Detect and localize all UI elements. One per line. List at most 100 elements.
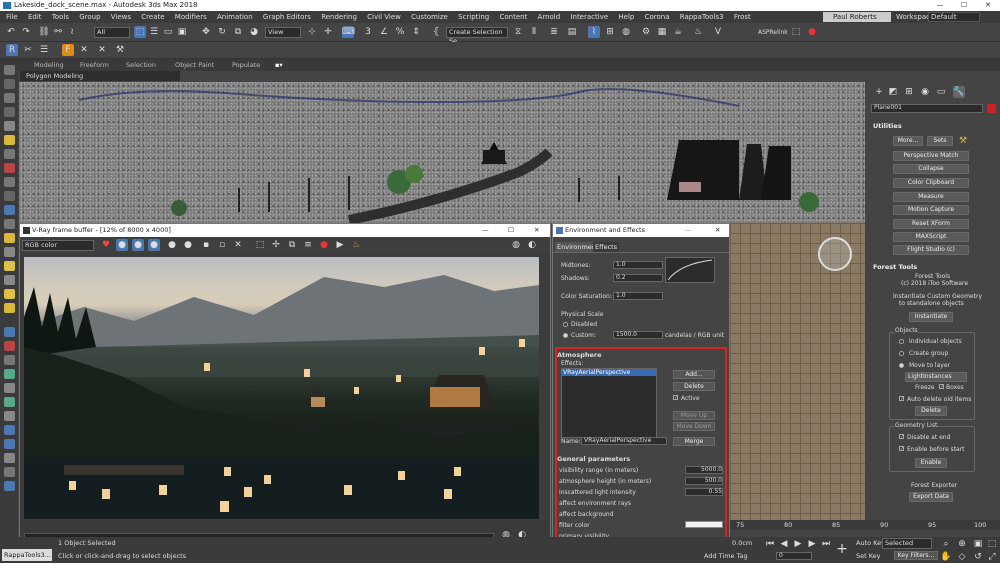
left-tool-icon-28[interactable]: [4, 453, 15, 463]
export-data-button[interactable]: Export Data: [909, 492, 953, 502]
keyboard-shortcut-icon[interactable]: ⌨: [342, 26, 355, 38]
left-tool-icon-11[interactable]: [4, 205, 15, 215]
menu-modifiers[interactable]: Modifiers: [175, 11, 207, 23]
schematic-view-icon[interactable]: ⊞: [604, 26, 616, 38]
menu-graph-editors[interactable]: Graph Editors: [263, 11, 311, 23]
menu-rendering[interactable]: Rendering: [321, 11, 357, 23]
menu-corona[interactable]: Corona: [645, 11, 670, 23]
menu-content[interactable]: Content: [499, 11, 527, 23]
next-frame-icon[interactable]: ▶: [806, 538, 818, 550]
menu-customize[interactable]: Customize: [411, 11, 448, 23]
key-filters-button[interactable]: Key Filters...: [894, 551, 938, 560]
color-clipboard-button[interactable]: Color Clipboard: [893, 178, 969, 188]
scale-icon[interactable]: ⧉: [232, 26, 244, 38]
select-by-name-icon[interactable]: ☰: [148, 26, 160, 38]
auto-key-button[interactable]: Auto Key: [856, 539, 885, 547]
menu-frost[interactable]: Frost: [734, 11, 751, 23]
redo-icon[interactable]: ↷: [20, 26, 32, 38]
tab-effects[interactable]: Effects: [593, 242, 620, 252]
percent-snap-icon[interactable]: %: [394, 26, 406, 38]
select-manipulate-icon[interactable]: ✛: [322, 26, 334, 38]
render-icon[interactable]: ☕: [672, 26, 684, 38]
forest-icon[interactable]: F: [62, 44, 74, 56]
create-group-radio[interactable]: [899, 351, 904, 356]
record-icon[interactable]: ●: [806, 26, 818, 38]
nav-fov-icon[interactable]: ◇: [956, 551, 968, 563]
menu-edit[interactable]: Edit: [28, 11, 42, 23]
vray-toolbar-icon[interactable]: V: [712, 26, 724, 38]
left-tool-icon-15[interactable]: [4, 261, 15, 271]
left-tool-icon-8[interactable]: [4, 163, 15, 173]
motion-tab-icon[interactable]: ◉: [919, 86, 931, 98]
shadows-spinner[interactable]: 0.2: [613, 274, 663, 282]
left-tool-icon-23[interactable]: [4, 383, 15, 393]
left-tool-icon-13[interactable]: [4, 233, 15, 243]
rotate-icon[interactable]: ↻: [216, 26, 228, 38]
material-editor-icon[interactable]: ◍: [620, 26, 632, 38]
left-tool-icon-19[interactable]: [4, 327, 15, 337]
object-name-field[interactable]: Plane001: [871, 104, 983, 113]
set-key-plus-icon[interactable]: +: [836, 542, 848, 556]
left-tool-icon-12[interactable]: [4, 219, 15, 229]
tool-icon-a[interactable]: ✂: [22, 44, 34, 56]
save-image-icon[interactable]: ♥: [100, 239, 112, 251]
move-icon[interactable]: ✥: [200, 26, 212, 38]
align-icon[interactable]: ⫴: [528, 26, 540, 38]
tone-curve-graph[interactable]: [665, 257, 715, 283]
go-to-end-icon[interactable]: ⏭: [820, 538, 832, 550]
menu-help[interactable]: Help: [618, 11, 634, 23]
left-tool-icon-18[interactable]: [4, 303, 15, 313]
env-minimize-icon[interactable]: —: [685, 224, 692, 237]
left-tool-icon-16[interactable]: [4, 275, 15, 285]
physical-scale-disabled-radio[interactable]: [563, 322, 568, 327]
left-tool-icon-20[interactable]: [4, 341, 15, 351]
render-again-icon[interactable]: ▶: [334, 239, 346, 251]
close-icon[interactable]: ✕: [976, 0, 1000, 11]
menu-views[interactable]: Views: [111, 11, 131, 23]
maxscript-listener[interactable]: RappaTools3...: [2, 549, 52, 561]
collapse-button[interactable]: Collapse: [893, 164, 969, 174]
timeline[interactable]: 75 80 85 90 95 100: [730, 520, 1000, 530]
clear-icon[interactable]: ✕: [232, 239, 244, 251]
set-key-button[interactable]: Set Key: [856, 552, 881, 560]
maximize-icon[interactable]: ☐: [952, 0, 976, 11]
utilities-tab-icon[interactable]: 🔧: [953, 86, 965, 98]
tab-object-paint[interactable]: Object Paint: [175, 61, 214, 69]
instantiate-button[interactable]: Instantiate: [909, 312, 953, 322]
left-tool-icon-29[interactable]: [4, 467, 15, 477]
unlink-icon[interactable]: ⚯: [52, 26, 64, 38]
flight-studio-button[interactable]: Flight Studio (c): [893, 245, 969, 255]
angle-snap-icon[interactable]: ∠: [378, 26, 390, 38]
perspective-match-button[interactable]: Perspective Match: [893, 151, 969, 161]
nav-orbit-icon[interactable]: ↺: [972, 551, 984, 563]
ribbon-options-icon[interactable]: ▪▾: [275, 61, 283, 69]
tool-icon-d[interactable]: ✕: [96, 44, 108, 56]
alpha-channel-icon[interactable]: ●: [166, 239, 178, 251]
tool-icon-c[interactable]: ✕: [78, 44, 90, 56]
nav-pan-icon[interactable]: ✋: [940, 551, 952, 563]
modify-tab-icon[interactable]: ◩: [887, 86, 899, 98]
left-tool-icon-30[interactable]: [4, 481, 15, 491]
render-setup-icon[interactable]: ⚙: [640, 26, 652, 38]
delete-items-button[interactable]: Delete: [915, 406, 947, 416]
asprelink-label[interactable]: ASPRelink: [758, 29, 788, 36]
menu-animation[interactable]: Animation: [217, 11, 253, 23]
boxes-checkbox[interactable]: ✓: [939, 384, 944, 390]
toggle-ribbon-icon[interactable]: ▤: [566, 26, 578, 38]
menu-rappatools[interactable]: RappaTools3: [680, 11, 724, 23]
copy-icon[interactable]: ⧉: [286, 239, 298, 251]
mono-channel-icon[interactable]: ●: [182, 239, 194, 251]
link-icon[interactable]: ⛓: [38, 26, 50, 38]
rect-selection-icon[interactable]: ▭: [162, 26, 174, 38]
left-tool-icon-7[interactable]: [4, 149, 15, 159]
tab-populate[interactable]: Populate: [232, 61, 260, 69]
menu-create[interactable]: Create: [141, 11, 164, 23]
menu-scripting[interactable]: Scripting: [458, 11, 489, 23]
hierarchy-tab-icon[interactable]: ⊞: [903, 86, 915, 98]
motion-capture-button[interactable]: Motion Capture: [893, 205, 969, 215]
auto-delete-checkbox[interactable]: ✓: [899, 396, 904, 402]
sets-button[interactable]: Sets: [927, 136, 953, 146]
move-to-layer-radio[interactable]: [899, 363, 904, 368]
tab-freeform[interactable]: Freeform: [80, 61, 109, 69]
options-icon[interactable]: ≡: [302, 239, 314, 251]
